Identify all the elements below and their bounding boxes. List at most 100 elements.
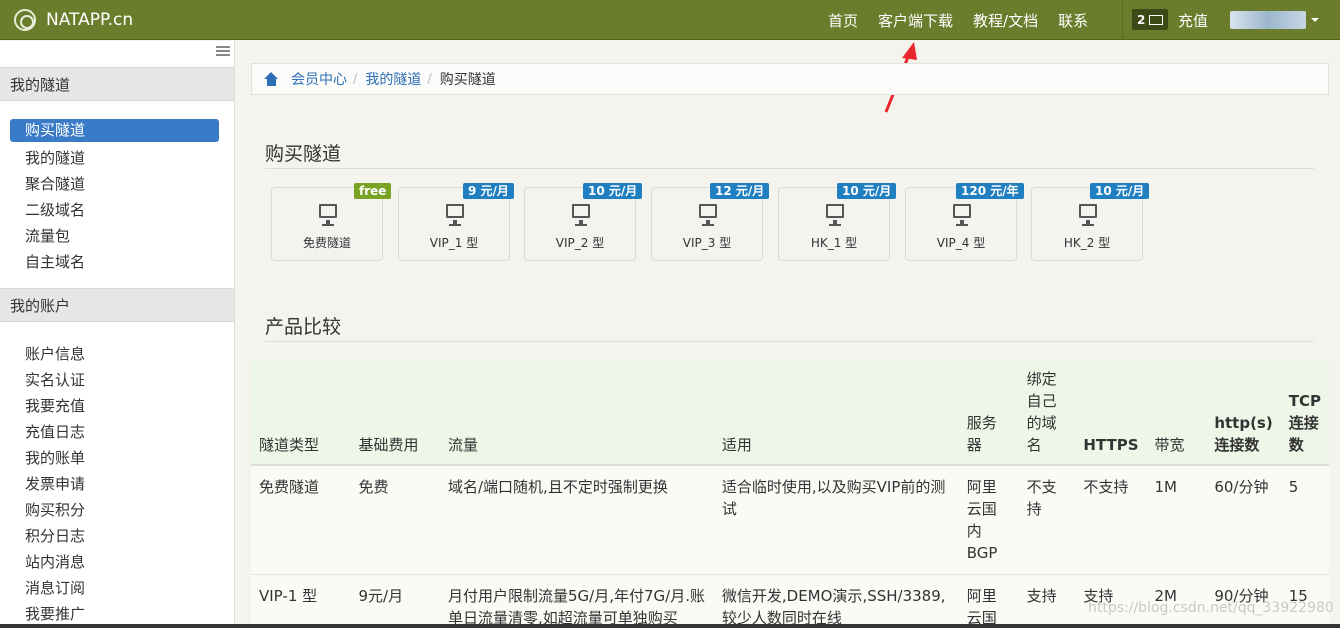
sidebar-item-buy-tunnel[interactable]: 购买隧道	[10, 119, 219, 142]
breadcrumb-current: 购买隧道	[439, 72, 496, 88]
nav-recharge[interactable]: 充值	[1178, 10, 1208, 31]
sidebar-section-tunnels[interactable]: 我的隧道	[0, 67, 234, 101]
message-count: 2	[1137, 12, 1146, 27]
envelope-icon	[1149, 14, 1164, 25]
table-cell: 支持	[1018, 574, 1076, 628]
brand-name: NATAPP.cn	[46, 10, 134, 30]
sidebar-item-site-messages[interactable]: 站内消息	[25, 551, 85, 572]
monitor-icon	[572, 204, 590, 226]
sidebar-item-subdomain[interactable]: 二级域名	[25, 199, 85, 220]
sidebar-item-my-bills[interactable]: 我的账单	[25, 447, 85, 468]
breadcrumb-separator: /	[427, 71, 432, 87]
price-badge: free	[354, 183, 392, 199]
table-cell: 阿里云国	[958, 574, 1019, 628]
sidebar-item-account-info[interactable]: 账户信息	[25, 343, 85, 364]
col-header: 流量	[440, 360, 714, 466]
nav-client-download[interactable]: 客户端下载	[878, 10, 953, 31]
table-cell: VIP-1 型	[251, 574, 351, 628]
price-badge: 10 元/月	[1090, 183, 1150, 199]
home-icon[interactable]	[264, 72, 279, 86]
sidebar-item-invoice[interactable]: 发票申请	[25, 473, 85, 494]
tunnel-card-name: VIP_4 型	[936, 236, 986, 250]
tunnel-card-name: 免费隧道	[302, 236, 351, 250]
top-navbar: NATAPP.cn 首页 客户端下载 教程/文档 联系 2 充值	[0, 0, 1340, 40]
table-cell: 免费隧道	[251, 465, 351, 575]
price-badge: 12 元/月	[710, 183, 770, 199]
table-header-row: 隧道类型 基础费用 流量 适用 服务器 绑定自己的域名 HTTPS 带宽 htt…	[251, 360, 1329, 466]
section-divider	[265, 341, 1314, 342]
table-cell: 月付用户限制流量5G/月,年付7G/月.账单日流量清零,如超流量可单独购买	[440, 574, 714, 628]
tunnel-card-name: VIP_3 型	[682, 236, 732, 250]
table-cell: 60/分钟	[1206, 465, 1281, 575]
nav-docs[interactable]: 教程/文档	[973, 10, 1038, 31]
col-header: http(s)连接数	[1206, 360, 1281, 466]
section-title-compare: 产品比较	[265, 316, 342, 338]
brand[interactable]: NATAPP.cn	[14, 6, 133, 34]
price-badge: 10 元/月	[583, 183, 643, 199]
sidebar-item-points-log[interactable]: 积分日志	[25, 525, 85, 546]
nav-divider	[1122, 0, 1123, 40]
col-header: 服务器	[958, 360, 1019, 466]
section-divider	[265, 168, 1314, 169]
table-cell: 适合临时使用,以及购买VIP前的测试	[713, 465, 959, 575]
price-badge: 9 元/月	[463, 183, 514, 199]
sidebar: 我的隧道 购买隧道 我的隧道 聚合隧道 二级域名 流量包 自主域名 我的账户 账…	[0, 41, 235, 628]
monitor-icon	[953, 204, 971, 226]
tunnel-card-name: HK_2 型	[1063, 236, 1111, 250]
logo-icon	[14, 9, 36, 31]
sidebar-item-traffic-pack[interactable]: 流量包	[25, 225, 70, 246]
monitor-icon	[446, 204, 464, 226]
section-title-buy: 购买隧道	[265, 143, 342, 165]
col-header: 绑定自己的域名	[1018, 360, 1076, 466]
sidebar-item-subscriptions[interactable]: 消息订阅	[25, 577, 85, 598]
user-avatar-blurred[interactable]	[1230, 11, 1306, 29]
breadcrumb-my-tunnels[interactable]: 我的隧道	[365, 69, 421, 89]
sidebar-item-real-name[interactable]: 实名认证	[25, 369, 85, 390]
monitor-icon	[319, 204, 337, 226]
monitor-icon	[1079, 204, 1097, 226]
message-badge[interactable]: 2	[1132, 9, 1168, 30]
sidebar-item-aggregate-tunnel[interactable]: 聚合隧道	[25, 173, 85, 194]
tunnel-card-name: VIP_2 型	[555, 236, 605, 250]
nav-contact[interactable]: 联系	[1058, 10, 1088, 31]
watermark: https://blog.csdn.net/qq_33922980	[1088, 600, 1334, 616]
breadcrumb-separator: /	[353, 71, 358, 87]
sidebar-item-buy-points[interactable]: 购买积分	[25, 499, 85, 520]
tunnel-card-name: VIP_1 型	[429, 236, 479, 250]
sidebar-item-recharge-log[interactable]: 充值日志	[25, 421, 85, 442]
table-cell: 1M	[1146, 465, 1207, 575]
table-cell: 不支持	[1075, 465, 1147, 575]
tunnel-card-name: HK_1 型	[810, 236, 858, 250]
nav-links: 首页 客户端下载 教程/文档 联系	[828, 0, 1108, 40]
table-row: 免费隧道 免费 域名/端口随机,且不定时强制更换 适合临时使用,以及购买VIP前…	[251, 465, 1329, 575]
sidebar-item-recharge[interactable]: 我要充值	[25, 395, 85, 416]
col-header: HTTPS	[1075, 360, 1147, 466]
table-cell: 域名/端口随机,且不定时强制更换	[440, 465, 714, 575]
monitor-icon	[699, 204, 717, 226]
col-header: 适用	[713, 360, 959, 466]
sidebar-item-my-tunnels[interactable]: 我的隧道	[25, 147, 85, 168]
table-cell: 9元/月	[350, 574, 440, 628]
col-header: 隧道类型	[251, 360, 351, 466]
table-cell: 阿里云国内BGP	[958, 465, 1019, 575]
bottom-edge	[0, 624, 1340, 628]
monitor-icon	[826, 204, 844, 226]
chevron-down-icon[interactable]	[1311, 18, 1319, 22]
nav-home[interactable]: 首页	[828, 10, 858, 31]
col-header: 带宽	[1146, 360, 1207, 466]
compare-table: 隧道类型 基础费用 流量 适用 服务器 绑定自己的域名 HTTPS 带宽 htt…	[251, 360, 1329, 628]
price-badge: 120 元/年	[956, 183, 1024, 199]
collapse-menu-icon[interactable]	[216, 46, 230, 56]
breadcrumb-member-center[interactable]: 会员中心	[291, 69, 347, 89]
price-badge: 10 元/月	[837, 183, 897, 199]
col-header: 基础费用	[350, 360, 440, 466]
table-cell: 5	[1280, 465, 1329, 575]
sidebar-item-promotion[interactable]: 我要推广	[25, 603, 85, 624]
table-cell: 免费	[350, 465, 440, 575]
sidebar-section-account[interactable]: 我的账户	[0, 288, 234, 322]
col-header: TCP连接数	[1280, 360, 1329, 466]
table-cell: 微信开发,DEMO演示,SSH/3389,较少人数同时在线	[713, 574, 959, 628]
table-cell: 不支持	[1018, 465, 1076, 575]
breadcrumb: 会员中心 / 我的隧道 / 购买隧道	[251, 63, 1329, 95]
sidebar-item-own-domain[interactable]: 自主域名	[25, 251, 85, 272]
